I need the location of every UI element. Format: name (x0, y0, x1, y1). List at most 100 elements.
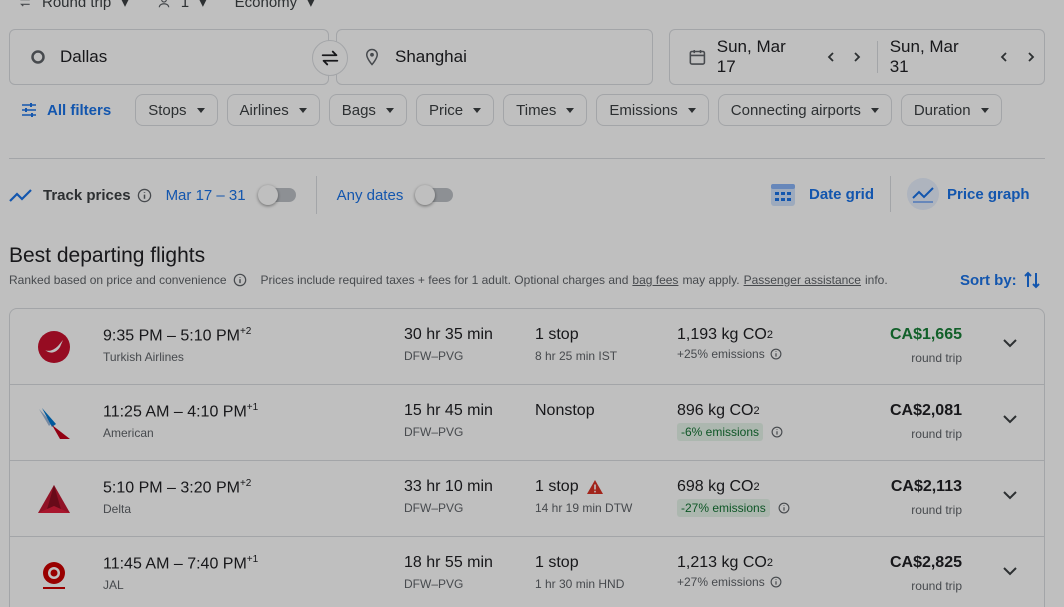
swap-button[interactable] (312, 40, 348, 76)
depart-prev-button[interactable] (818, 51, 845, 63)
trip-options-bar: Round trip ▾ 1 ▾ Economy ▾ (18, 0, 315, 12)
co2-text: 1,213 kg CO (677, 554, 767, 571)
flight-times: 11:25 AM – 4:10 PM+1 (103, 402, 258, 421)
stops-wrap: 1 stop (535, 478, 632, 496)
emissions-note: -27% emissions (677, 499, 790, 517)
expand-button[interactable] (1002, 563, 1018, 581)
price-note: round trip (911, 427, 962, 441)
filter-price[interactable]: Price (415, 94, 495, 126)
stops-col: 1 stop 8 hr 25 min IST (535, 326, 617, 363)
duration-col: 33 hr 10 min DFW–PVG (404, 478, 493, 515)
return-next-button[interactable] (1017, 51, 1044, 63)
bag-fees-link[interactable]: bag fees (632, 273, 678, 287)
prices-note: Prices include required taxes + fees for… (260, 273, 629, 287)
duration-col: 15 hr 45 min DFW–PVG (404, 402, 493, 439)
passenger-assistance-link[interactable]: Passenger assistance (744, 273, 861, 287)
layover: 1 hr 30 min HND (535, 577, 625, 591)
depart-date[interactable]: Sun, Mar 17 (688, 37, 818, 77)
info-icon[interactable] (778, 502, 790, 514)
warning-icon (586, 480, 603, 494)
info-icon[interactable] (770, 348, 782, 360)
airline-name: Turkish Airlines (103, 350, 184, 365)
info-icon[interactable] (233, 273, 247, 287)
filter-stops[interactable]: Stops (135, 94, 218, 126)
trip-type-select[interactable]: Round trip ▾ (18, 0, 129, 12)
times-text: 9:35 PM – 5:10 PM (103, 327, 240, 345)
flight-row[interactable]: 11:25 AM – 4:10 PM+1 American 15 hr 45 m… (10, 385, 1044, 461)
cabin-select[interactable]: Economy ▾ (235, 0, 315, 12)
person-icon (158, 0, 169, 8)
price-col: CA$1,665 round trip (890, 326, 962, 365)
return-prev-button[interactable] (991, 51, 1018, 63)
expand-button[interactable] (1002, 487, 1018, 505)
chevron-down-icon: ▾ (121, 0, 129, 11)
flight-times-col: 5:10 PM – 3:20 PM+2 Delta (103, 478, 251, 516)
co2-text: 1,193 kg CO (677, 326, 767, 343)
filter-emissions[interactable]: Emissions (596, 94, 709, 126)
passengers-count: 1 (180, 0, 190, 11)
caret-down-icon (687, 107, 696, 113)
co2-amount: 698 kg CO 2 (677, 478, 790, 496)
sort-by-button[interactable]: Sort by: (960, 270, 1041, 290)
route: DFW–PVG (404, 349, 464, 363)
filter-bags[interactable]: Bags (328, 94, 407, 126)
price-col: CA$2,113 round trip (891, 478, 962, 517)
times-text: 11:45 AM – 7:40 PM (103, 555, 247, 573)
filter-times[interactable]: Times (503, 94, 588, 126)
chip-label: Connecting airports (730, 101, 861, 119)
any-dates-toggle[interactable] (415, 185, 454, 205)
info-icon[interactable] (771, 426, 783, 438)
passengers-select[interactable]: 1 ▾ (157, 0, 207, 12)
airline-name: American (103, 426, 154, 441)
sort-icon (1023, 271, 1040, 289)
price: CA$2,113 (890, 478, 962, 495)
flight-row[interactable]: 5:10 PM – 3:20 PM+2 Delta 33 hr 10 min D… (10, 461, 1044, 537)
track-prices-toggle[interactable] (257, 185, 296, 205)
price-graph-icon (907, 178, 939, 210)
flight-row[interactable]: 11:45 AM – 7:40 PM+1 JAL 18 hr 55 min DF… (10, 537, 1044, 607)
origin-field[interactable]: Dallas (9, 29, 329, 85)
price-graph-button[interactable]: Price graph (907, 178, 1030, 210)
all-filters-button[interactable]: All filters (21, 102, 111, 119)
section-subtitle: Ranked based on price and convenience Pr… (9, 273, 888, 287)
co2-amount: 896 kg CO 2 (677, 402, 783, 420)
filter-duration[interactable]: Duration (900, 94, 1002, 126)
ranked-text: Ranked based on price and convenience (9, 273, 227, 287)
chevron-down-icon: ▾ (307, 0, 315, 11)
expand-button[interactable] (1002, 335, 1018, 353)
filter-connecting-airports[interactable]: Connecting airports (717, 94, 892, 126)
chip-label: Stops (148, 101, 187, 119)
depart-next-button[interactable] (844, 51, 871, 63)
caret-down-icon (870, 107, 879, 113)
expand-button[interactable] (1002, 411, 1018, 429)
stops: Nonstop (535, 402, 595, 419)
price: CA$2,825 (889, 554, 962, 571)
return-date[interactable]: Sun, Mar 31 (890, 37, 991, 77)
divider (890, 176, 891, 212)
duration: 30 hr 35 min (404, 326, 493, 343)
destination-field[interactable]: Shanghai (336, 29, 653, 85)
swap-icon (321, 50, 339, 66)
chip-label: Price (428, 101, 464, 119)
sort-by-label: Sort by: (960, 271, 1017, 289)
info-icon[interactable] (137, 188, 152, 203)
date-divider (876, 41, 878, 73)
duration-col: 30 hr 35 min DFW–PVG (404, 326, 493, 363)
emissions-text: +27% emissions (677, 575, 765, 589)
date-grid-button[interactable]: Date grid (769, 179, 874, 209)
filter-airlines[interactable]: Airlines (226, 94, 320, 126)
flight-times: 5:10 PM – 3:20 PM+2 (103, 478, 251, 497)
info-icon[interactable] (770, 576, 782, 588)
flight-row[interactable]: 9:35 PM – 5:10 PM+2 Turkish Airlines 30 … (10, 309, 1044, 385)
track-date-range: Mar 17 – 31 (165, 186, 246, 204)
flight-times-col: 9:35 PM – 5:10 PM+2 Turkish Airlines (103, 326, 251, 364)
stops-col: 1 stop 1 hr 30 min HND (535, 554, 624, 591)
all-filters-label: All filters (47, 101, 112, 119)
price-col: CA$2,081 round trip (890, 402, 962, 441)
price-note: round trip (911, 579, 962, 593)
caret-down-icon (196, 107, 205, 113)
price-graph-label: Price graph (947, 185, 1030, 203)
stops: 1 stop (535, 326, 579, 343)
emissions-note: +25% emissions (677, 347, 782, 361)
stops: 1 stop (535, 478, 579, 495)
